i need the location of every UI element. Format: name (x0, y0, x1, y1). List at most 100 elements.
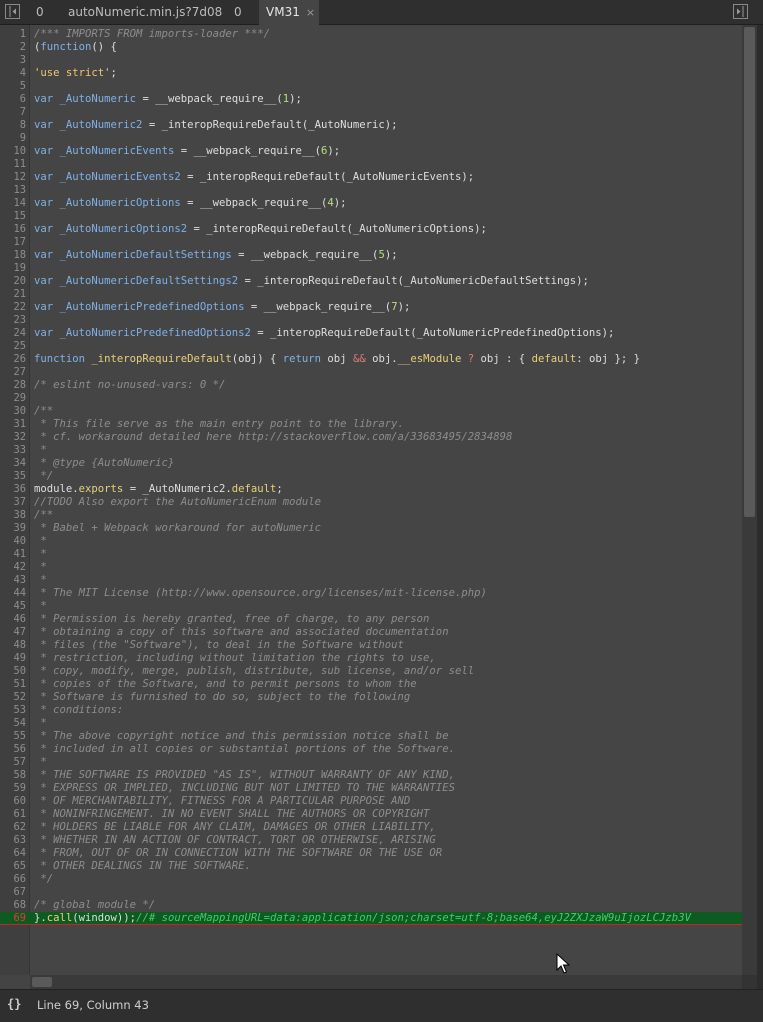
line-number[interactable]: 64 (0, 847, 26, 860)
code-line[interactable]: 9 (0, 132, 742, 145)
code-line[interactable]: 3 (0, 54, 742, 67)
line-number[interactable]: 38 (0, 509, 26, 522)
tab-vm31[interactable]: VM31 × (259, 0, 319, 25)
code-line[interactable]: 24 var _AutoNumericPredefinedOptions2 = _… (0, 327, 742, 340)
code-line[interactable]: 43 * (0, 574, 742, 587)
line-number[interactable]: 20 (0, 275, 26, 288)
code-line[interactable]: 1 /*** IMPORTS FROM imports-loader ***/ (0, 28, 742, 41)
line-number[interactable]: 5 (0, 80, 26, 93)
line-number[interactable]: 28 (0, 379, 26, 392)
line-number[interactable]: 6 (0, 93, 26, 106)
code-line[interactable]: 44 * The MIT License (http://www.opensou… (0, 587, 742, 600)
line-number[interactable]: 45 (0, 600, 26, 613)
line-number[interactable]: 42 (0, 561, 26, 574)
tab-autonumeric-min-js[interactable]: autoNumeric.min.js?7d08 (68, 0, 222, 25)
code-line[interactable]: 68 /* global module */ (0, 899, 742, 912)
line-number[interactable]: 62 (0, 821, 26, 834)
line-number[interactable]: 22 (0, 301, 26, 314)
line-number[interactable]: 9 (0, 132, 26, 145)
tab-close-icon[interactable]: × (306, 6, 315, 19)
line-number[interactable]: 17 (0, 236, 26, 249)
line-number[interactable]: 36 (0, 483, 26, 496)
code-line[interactable]: 26 function _interopRequireDefault(obj) {… (0, 353, 742, 366)
code-line[interactable]: 17 (0, 236, 742, 249)
line-number[interactable]: 57 (0, 756, 26, 769)
code-line[interactable]: 29 (0, 392, 742, 405)
code-line[interactable]: 11 (0, 158, 742, 171)
line-number[interactable]: 4 (0, 67, 26, 80)
line-number[interactable]: 14 (0, 197, 26, 210)
line-number[interactable]: 56 (0, 743, 26, 756)
line-number[interactable]: 48 (0, 639, 26, 652)
code-line[interactable]: 8 var _AutoNumeric2 = _interopRequireDefa… (0, 119, 742, 132)
line-number[interactable]: 18 (0, 249, 26, 262)
toggle-navigator-button[interactable] (5, 4, 20, 19)
line-number[interactable]: 1 (0, 28, 26, 41)
code-line[interactable]: 32 * cf. workaround detailed here http:/… (0, 431, 742, 444)
code-editor[interactable]: 1 /*** IMPORTS FROM imports-loader ***/ 2 (… (0, 25, 742, 975)
line-number[interactable]: 51 (0, 678, 26, 691)
line-number[interactable]: 54 (0, 717, 26, 730)
code-line[interactable]: 47 * obtaining a copy of this software a… (0, 626, 742, 639)
pretty-print-icon[interactable]: {} (7, 997, 21, 1011)
line-number[interactable]: 33 (0, 444, 26, 457)
tab-0-second[interactable]: 0 (234, 0, 242, 25)
line-number[interactable]: 31 (0, 418, 26, 431)
line-number[interactable]: 44 (0, 587, 26, 600)
code-line[interactable]: 31 * This file serve as the main entry p… (0, 418, 742, 431)
code-line[interactable]: 22 var _AutoNumericPredefinedOptions = __… (0, 301, 742, 314)
code-line[interactable]: 23 (0, 314, 742, 327)
line-number[interactable]: 13 (0, 184, 26, 197)
code-line[interactable]: 50 * copy, modify, merge, publish, distr… (0, 665, 742, 678)
line-number[interactable]: 26 (0, 353, 26, 366)
code-line[interactable]: 30 /** (0, 405, 742, 418)
line-number[interactable]: 30 (0, 405, 26, 418)
code-line[interactable]: 45 * (0, 600, 742, 613)
code-line[interactable]: 21 (0, 288, 742, 301)
line-number[interactable]: 43 (0, 574, 26, 587)
line-number[interactable]: 24 (0, 327, 26, 340)
horizontal-scrollbar-thumb[interactable] (32, 977, 52, 987)
code-line[interactable]: 67 (0, 886, 742, 899)
code-line[interactable]: 59 * EXPRESS OR IMPLIED, INCLUDING BUT N… (0, 782, 742, 795)
code-line[interactable]: 7 (0, 106, 742, 119)
line-number[interactable]: 11 (0, 158, 26, 171)
line-number[interactable]: 2 (0, 41, 26, 54)
line-number[interactable]: 41 (0, 548, 26, 561)
line-number[interactable]: 29 (0, 392, 26, 405)
code-line[interactable]: 63 * WHETHER IN AN ACTION OF CONTRACT, T… (0, 834, 742, 847)
code-line[interactable]: 27 (0, 366, 742, 379)
code-line[interactable]: 2 (function() { (0, 41, 742, 54)
line-number[interactable]: 40 (0, 535, 26, 548)
line-number[interactable]: 7 (0, 106, 26, 119)
code-line[interactable]: 54 * (0, 717, 742, 730)
line-number[interactable]: 60 (0, 795, 26, 808)
code-line[interactable]: 60 * OF MERCHANTABILITY, FITNESS FOR A P… (0, 795, 742, 808)
code-line[interactable]: 36 module.exports = _AutoNumeric2.default… (0, 483, 742, 496)
code-line[interactable]: 28 /* eslint no-unused-vars: 0 */ (0, 379, 742, 392)
code-line[interactable]: 41 * (0, 548, 742, 561)
code-line[interactable]: 35 */ (0, 470, 742, 483)
line-number[interactable]: 58 (0, 769, 26, 782)
code-line[interactable]: 34 * @type {AutoNumeric} (0, 457, 742, 470)
line-number[interactable]: 10 (0, 145, 26, 158)
vertical-scrollbar-thumb[interactable] (744, 27, 755, 517)
code-line[interactable]: 57 * (0, 756, 742, 769)
code-line[interactable]: 52 * Software is furnished to do so, sub… (0, 691, 742, 704)
line-number[interactable]: 65 (0, 860, 26, 873)
line-number[interactable]: 3 (0, 54, 26, 67)
line-number[interactable]: 15 (0, 210, 26, 223)
code-line[interactable]: 69}.call(window));//# sourceMappingURL=d… (0, 912, 742, 925)
code-line[interactable]: 64 * FROM, OUT OF OR IN CONNECTION WITH … (0, 847, 742, 860)
line-number[interactable]: 66 (0, 873, 26, 886)
line-number[interactable]: 19 (0, 262, 26, 275)
code-line[interactable]: 48 * files (the "Software"), to deal in … (0, 639, 742, 652)
line-number[interactable]: 46 (0, 613, 26, 626)
line-number[interactable]: 68 (0, 899, 26, 912)
code-line[interactable]: 5 (0, 80, 742, 93)
code-line[interactable]: 46 * Permission is hereby granted, free … (0, 613, 742, 626)
line-number[interactable]: 47 (0, 626, 26, 639)
code-line[interactable]: 33 * (0, 444, 742, 457)
code-line[interactable]: 10 var _AutoNumericEvents = __webpack_req… (0, 145, 742, 158)
line-number[interactable]: 27 (0, 366, 26, 379)
